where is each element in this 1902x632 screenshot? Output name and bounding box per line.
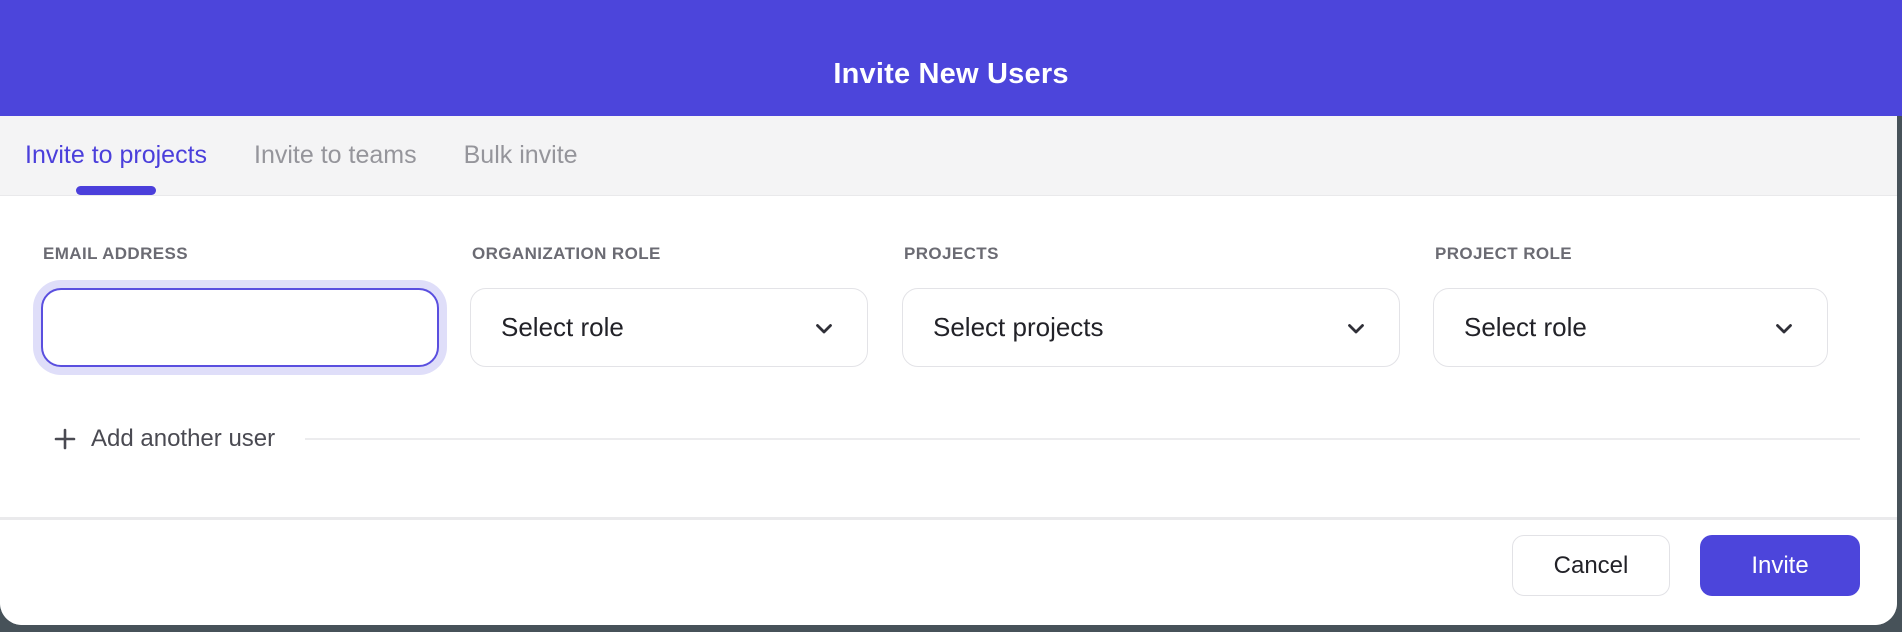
chevron-down-icon — [1771, 315, 1797, 341]
form-content: EMAIL ADDRESS ORGANIZATION ROLE PROJECTS… — [0, 244, 1897, 453]
invite-button[interactable]: Invite — [1700, 535, 1860, 596]
tab-bar: Invite to projects Invite to teams Bulk … — [0, 116, 1897, 196]
plus-icon — [53, 427, 77, 451]
projects-value: Select projects — [933, 312, 1104, 343]
cancel-button[interactable]: Cancel — [1512, 535, 1670, 596]
tab-bulk-invite[interactable]: Bulk invite — [464, 116, 578, 195]
tab-invite-to-teams[interactable]: Invite to teams — [254, 116, 417, 195]
project-role-label: PROJECT ROLE — [1433, 244, 1828, 264]
field-labels-row: EMAIL ADDRESS ORGANIZATION ROLE PROJECTS… — [41, 244, 1897, 264]
chevron-down-icon — [1343, 315, 1369, 341]
chevron-down-icon — [811, 315, 837, 341]
tab-invite-to-projects[interactable]: Invite to projects — [25, 116, 207, 195]
field-inputs-row: Select role Select projects Select role — [41, 288, 1897, 367]
modal-footer: Cancel Invite — [0, 517, 1897, 625]
project-role-value: Select role — [1464, 312, 1587, 343]
project-role-select[interactable]: Select role — [1433, 288, 1828, 367]
tab-label: Invite to projects — [25, 141, 207, 170]
projects-select[interactable]: Select projects — [902, 288, 1400, 367]
tab-label: Invite to teams — [254, 141, 417, 170]
page-title: Invite New Users — [833, 58, 1068, 91]
add-user-row: Add another user — [41, 425, 1897, 453]
organization-role-label: ORGANIZATION ROLE — [470, 244, 868, 264]
add-another-user-label: Add another user — [91, 425, 275, 453]
row-divider — [305, 438, 1860, 440]
organization-role-value: Select role — [501, 312, 624, 343]
projects-label: PROJECTS — [902, 244, 1400, 264]
modal-header: Invite New Users — [0, 0, 1902, 116]
add-another-user-button[interactable]: Add another user — [53, 425, 275, 453]
email-address-label: EMAIL ADDRESS — [41, 244, 439, 264]
organization-role-select[interactable]: Select role — [470, 288, 868, 367]
tab-label: Bulk invite — [464, 141, 578, 170]
email-address-input[interactable] — [41, 288, 439, 367]
